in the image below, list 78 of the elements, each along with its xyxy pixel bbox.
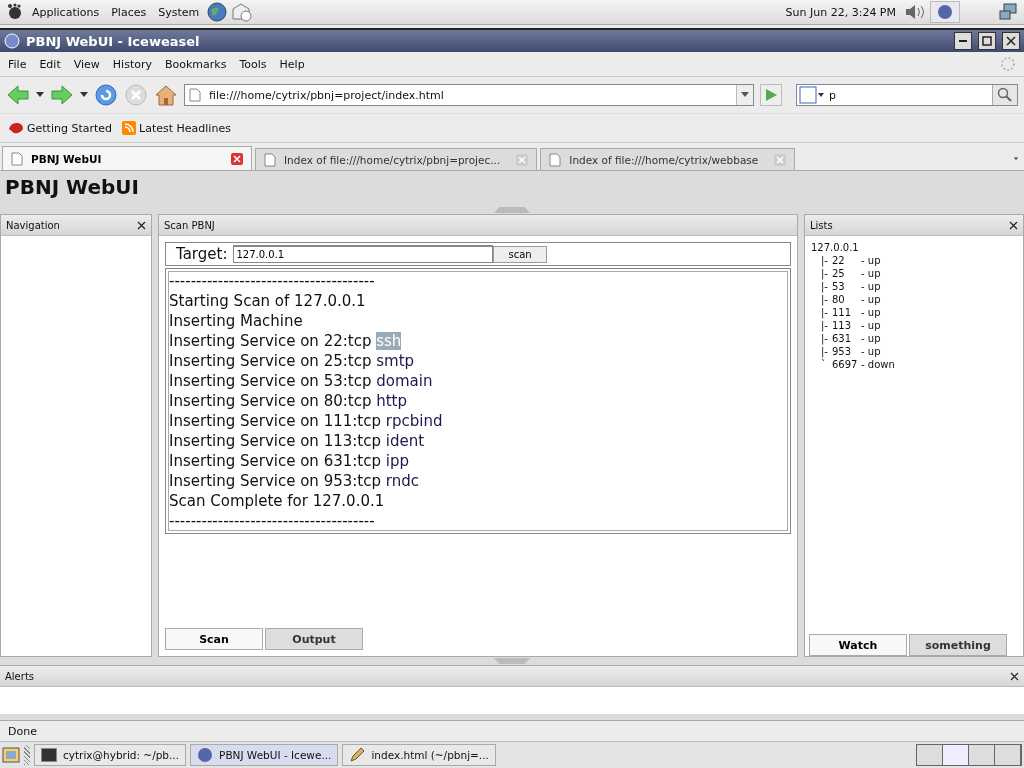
port-status: - down — [861, 358, 895, 371]
port-status: - up — [861, 293, 881, 306]
panel-tab[interactable]: something — [909, 634, 1007, 656]
menu-item[interactable]: Help — [279, 57, 305, 71]
window-title: PBNJ WebUI - Iceweasel — [26, 33, 200, 49]
tree-item[interactable]: 25 — [832, 267, 858, 280]
tree-branch: |- — [821, 345, 829, 358]
tree-item[interactable]: 80 — [832, 293, 858, 306]
taskbar-window-button[interactable]: PBNJ WebUI - Icewe... — [190, 744, 339, 766]
log-line: Inserting Machine — [169, 311, 304, 331]
log-line: Inserting Service on 80:tcp http — [169, 391, 408, 411]
log-line: Inserting Service on 53:tcp domain — [169, 371, 434, 391]
browser-tab[interactable]: PBNJ WebUI — [2, 146, 252, 170]
status-text: Done — [8, 724, 37, 738]
tree-branch: |- — [821, 254, 829, 267]
tree-branch: |- — [821, 306, 829, 319]
menu-item[interactable]: Edit — [39, 57, 61, 71]
scan-button[interactable]: scan — [493, 245, 547, 263]
log-line: Inserting Service on 953:tcp rndc — [169, 471, 420, 491]
tree-item[interactable]: 113 — [832, 319, 858, 332]
tab-title: Index of file:///home/cytrix/webbase — [569, 153, 759, 166]
port-status: - up — [861, 319, 881, 332]
log-line: Scan Complete for 127.0.0.1 — [169, 491, 386, 511]
log-line: -------------------------------------- — [169, 271, 376, 291]
panel-title: Navigation — [6, 219, 60, 231]
panel-title: Scan PBNJ — [164, 219, 215, 231]
search-field[interactable]: p — [796, 84, 1018, 106]
panel-tab[interactable]: Output — [265, 628, 363, 650]
browser-tab[interactable]: Index of file:///home/cytrix/webbase — [540, 148, 796, 170]
tree-item[interactable]: 22 — [832, 254, 858, 267]
tab-title: PBNJ WebUI — [31, 152, 102, 165]
log-line: Inserting Service on 631:tcp ipp — [169, 451, 410, 471]
panel-menu[interactable]: Places — [107, 5, 151, 19]
panel-menu[interactable]: System — [154, 5, 204, 19]
tree-item[interactable]: 53 — [832, 280, 858, 293]
tree-item[interactable]: 6697 — [832, 358, 858, 371]
tree-item[interactable]: 111 — [832, 306, 858, 319]
menu-item[interactable]: Tools — [239, 57, 267, 71]
panel-clock[interactable]: Sun Jun 22, 3:24 PM — [785, 5, 896, 19]
port-status: - up — [861, 306, 881, 319]
menu-item[interactable]: History — [112, 57, 152, 71]
panel-tab[interactable]: Watch — [809, 634, 907, 656]
tree-branch: |- — [821, 280, 829, 293]
log-line: Inserting Service on 25:tcp smtp — [169, 351, 416, 371]
panel-menu[interactable]: Applications — [28, 5, 104, 19]
bookmark-link[interactable]: Latest Headlines — [122, 121, 231, 135]
log-line: Inserting Service on 111:tcp rpcbind — [169, 411, 444, 431]
taskbar-window-button[interactable]: cytrix@hybrid: ~/pb... — [34, 744, 187, 766]
log-line: Inserting Service on 22:tcp ssh — [169, 331, 403, 351]
port-status: - up — [861, 345, 881, 358]
taskbar-window-button[interactable]: index.html (~/pbnj=... — [342, 744, 496, 766]
port-status: - up — [861, 267, 881, 280]
tree-branch: ` — [821, 358, 827, 371]
panel-tab[interactable]: Scan — [165, 628, 263, 650]
panel-title: Alerts — [5, 670, 34, 682]
log-line: Starting Scan of 127.0.0.1 — [169, 291, 367, 311]
menu-item[interactable]: Bookmarks — [165, 57, 227, 71]
port-status: - up — [861, 332, 881, 345]
tree-branch: |- — [821, 332, 829, 345]
menu-item[interactable]: File — [8, 57, 27, 71]
port-status: - up — [861, 254, 881, 267]
browser-tab[interactable]: Index of file:///home/cytrix/pbnj=projec... — [255, 148, 538, 170]
target-label: Target: — [176, 245, 228, 263]
bookmark-link[interactable]: Getting Started — [8, 121, 113, 135]
address-field[interactable]: file:///home/cytrix/pbnj=project/index.html — [184, 84, 754, 106]
log-line: Inserting Service on 113:tcp ident — [169, 431, 426, 451]
panel-title: Lists — [810, 219, 833, 231]
tab-title: Index of file:///home/cytrix/pbnj=projec... — [284, 153, 501, 166]
tree-branch: |- — [821, 319, 829, 332]
tree-branch: |- — [821, 267, 829, 280]
tree-item[interactable]: 127.0.0.1 — [811, 241, 1017, 254]
menu-item[interactable]: View — [73, 57, 100, 71]
tree-item[interactable]: 953 — [832, 345, 858, 358]
tree-branch: |- — [821, 293, 829, 306]
log-line: -------------------------------------- — [169, 511, 376, 531]
port-status: - up — [861, 280, 881, 293]
target-field[interactable]: 127.0.0.1 — [233, 245, 494, 263]
tree-item[interactable]: 631 — [832, 332, 858, 345]
